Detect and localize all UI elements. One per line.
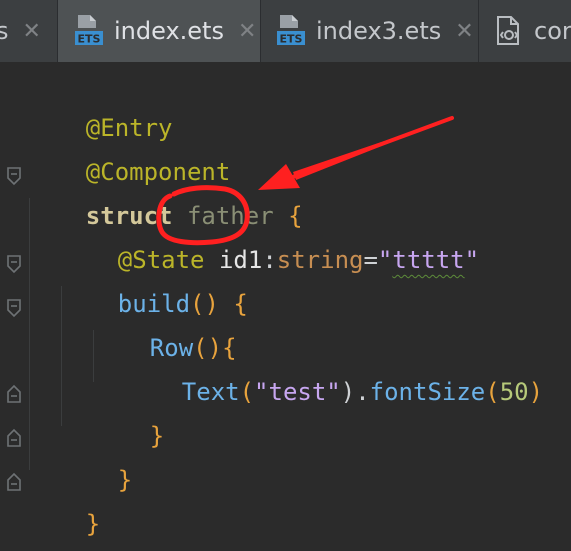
code-line-9: } bbox=[60, 420, 132, 494]
close-icon[interactable]: ✕ bbox=[23, 19, 41, 44]
brace: } bbox=[149, 422, 165, 450]
tab-label: con bbox=[534, 17, 571, 45]
ets-icon-text: ETS bbox=[280, 33, 303, 46]
code-line-7: Text("test").fontSize(50) bbox=[124, 332, 543, 406]
tab-label: s bbox=[0, 17, 9, 45]
paren: ( bbox=[239, 378, 255, 406]
fold-open-icon[interactable] bbox=[6, 298, 22, 318]
code-line-3: struct father { bbox=[28, 156, 303, 230]
code-line-10: } bbox=[28, 464, 100, 538]
brace: } bbox=[85, 510, 101, 538]
ets-file-icon: ETS bbox=[74, 14, 104, 48]
code-line-2: @Component bbox=[28, 112, 231, 186]
ets-file-icon: ETS bbox=[276, 14, 306, 48]
paren: ) bbox=[528, 378, 544, 406]
code-editor[interactable]: @Entry @Component struct father { @State… bbox=[0, 62, 571, 551]
quote: " bbox=[464, 246, 480, 274]
code-line-5: build() { bbox=[60, 244, 248, 318]
fold-open-icon[interactable] bbox=[6, 254, 22, 274]
method-fontsize: fontSize bbox=[369, 378, 486, 406]
close-icon[interactable]: ✕ bbox=[238, 19, 256, 44]
code-line-4: @State id1:string="ttttt" bbox=[60, 200, 479, 274]
editor-tab-bar: s ✕ ETS index.ets ✕ ETS index3.ets ✕ con bbox=[0, 0, 571, 62]
component-text: Text bbox=[181, 378, 240, 406]
tab-index3-ets[interactable]: ETS index3.ets ✕ bbox=[260, 0, 478, 62]
fold-close-icon[interactable] bbox=[6, 428, 22, 448]
code-line-1: @Entry bbox=[28, 68, 173, 142]
tab-config[interactable]: con bbox=[478, 0, 571, 62]
colon: : bbox=[262, 246, 277, 274]
type-string: string bbox=[276, 246, 364, 274]
number-literal: 50 bbox=[499, 378, 529, 406]
tab-label: index.ets bbox=[114, 17, 224, 45]
paren: ( bbox=[485, 378, 500, 406]
tab-index-ets[interactable]: ETS index.ets ✕ bbox=[58, 0, 260, 62]
paren-dot: ). bbox=[340, 378, 370, 406]
config-file-icon bbox=[494, 14, 524, 48]
brace: } bbox=[117, 466, 133, 494]
string-literal: "test" bbox=[254, 378, 341, 406]
quote: " bbox=[377, 246, 393, 274]
fold-open-icon[interactable] bbox=[6, 166, 22, 186]
fold-close-icon[interactable] bbox=[6, 472, 22, 492]
fold-close-icon[interactable] bbox=[6, 384, 22, 404]
tab-label: index3.ets bbox=[316, 17, 442, 45]
tab-partial[interactable]: s ✕ bbox=[0, 0, 54, 62]
equals: = bbox=[363, 246, 378, 274]
close-icon[interactable]: ✕ bbox=[455, 19, 473, 44]
code-line-8: } bbox=[92, 376, 164, 450]
code-line-6: Row(){ bbox=[92, 288, 237, 362]
ets-icon-text: ETS bbox=[78, 33, 101, 46]
string-value: ttttt bbox=[392, 246, 465, 274]
